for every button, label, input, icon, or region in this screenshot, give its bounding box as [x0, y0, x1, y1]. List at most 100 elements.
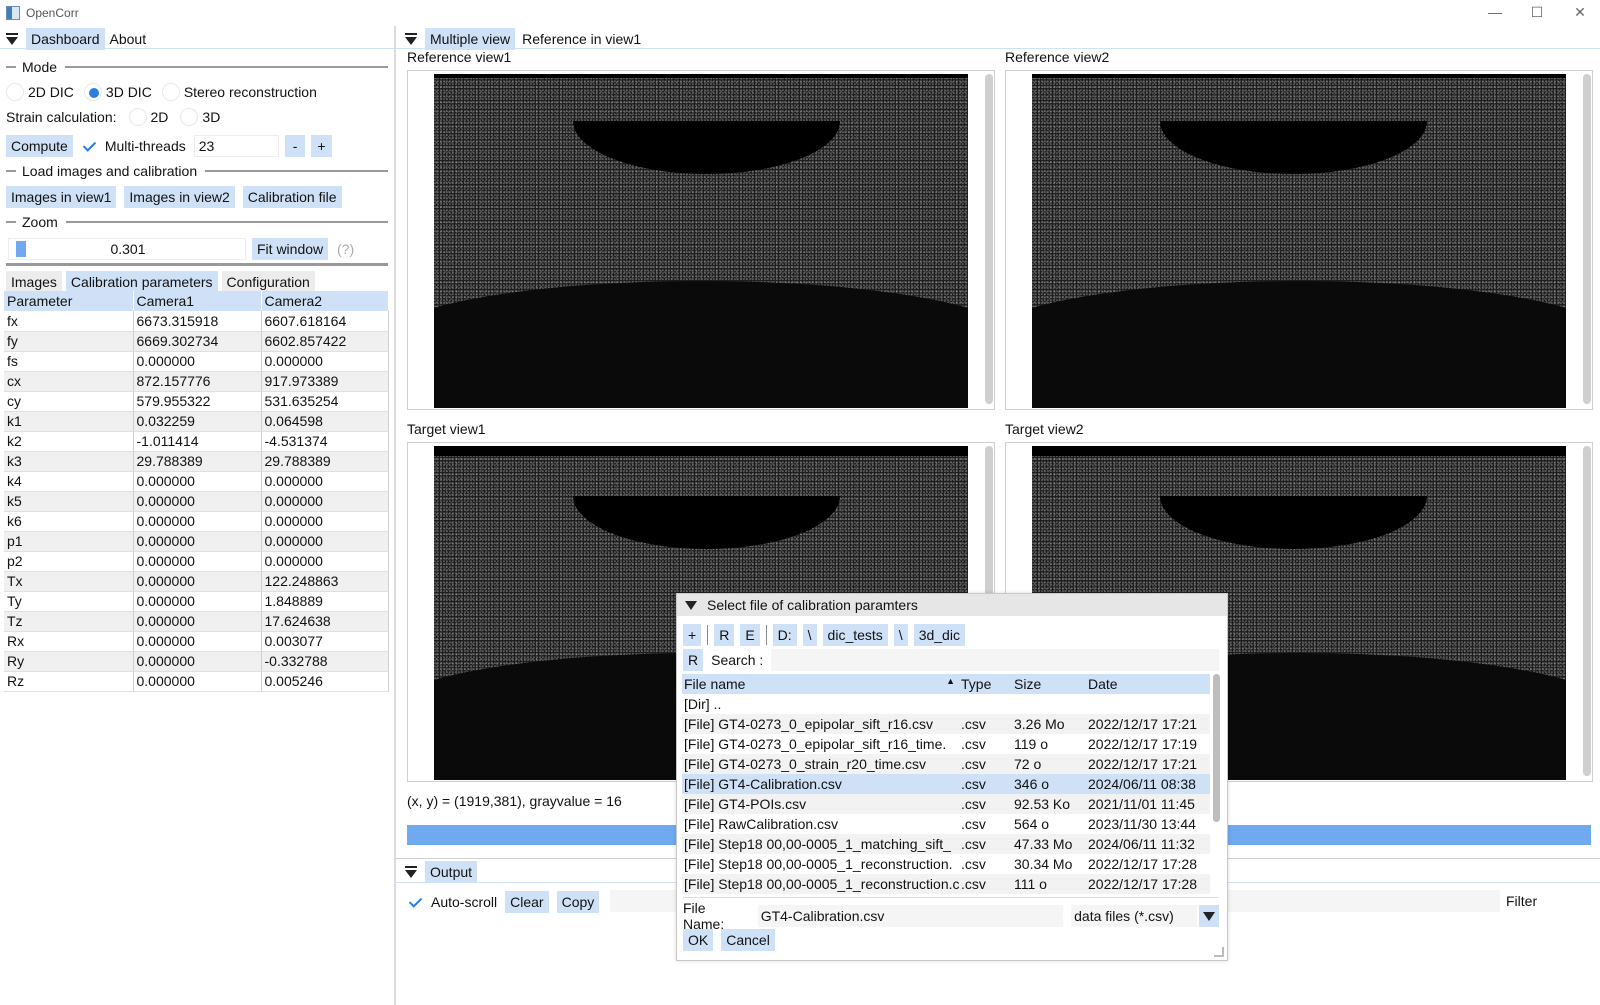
table-row[interactable]: Rx 0.000000 0.003077 — [4, 631, 389, 652]
camera2-cell[interactable]: 917.973389 — [261, 371, 389, 392]
calibration-file-button[interactable]: Calibration file — [242, 186, 342, 208]
radio-2d-dic[interactable] — [6, 83, 24, 101]
new-folder-button[interactable]: + — [683, 624, 702, 646]
subtab-calibration-parameters[interactable]: Calibration parameters — [65, 271, 218, 293]
camera1-cell[interactable]: 0.032259 — [133, 411, 262, 432]
file-list-item[interactable]: [File] Step18 00,00-0005_1_reconstructio… — [682, 874, 1210, 894]
chevron-down-icon[interactable] — [1199, 905, 1219, 927]
edit-path-button[interactable]: E — [740, 624, 760, 646]
zoom-slider[interactable]: 0.301 — [8, 238, 246, 260]
col-size[interactable]: Size — [1012, 674, 1086, 694]
minimize-icon[interactable]: — — [1485, 4, 1505, 20]
camera1-cell[interactable]: 0.000000 — [133, 531, 262, 552]
table-row[interactable]: Ty 0.000000 1.848889 — [4, 591, 389, 612]
tab-dashboard[interactable]: Dashboard — [26, 28, 105, 50]
param-name-cell[interactable]: k5 — [4, 491, 134, 512]
reference-view2[interactable] — [1005, 70, 1593, 410]
file-list-item[interactable]: [File] GT4-POIs.csv .csv 92.53 Ko 2021/11/0… — [682, 794, 1210, 814]
camera1-cell[interactable]: 0.000000 — [133, 471, 262, 492]
param-name-cell[interactable]: fs — [4, 351, 134, 372]
param-name-cell[interactable]: p1 — [4, 531, 134, 552]
file-list-scrollbar[interactable] — [1213, 674, 1220, 822]
path-dic-tests[interactable]: dic_tests — [822, 624, 888, 646]
camera2-cell[interactable]: 0.000000 — [261, 511, 389, 532]
col-camera2[interactable]: Camera2 — [261, 291, 389, 311]
param-name-cell[interactable]: k3 — [4, 451, 134, 472]
file-list-item[interactable]: [File] GT4-Calibration.csv .csv 346 o 2024/… — [682, 774, 1210, 794]
file-list-item[interactable]: [File] Step18 00,00-0005_1_reconstructio… — [682, 854, 1210, 874]
camera1-cell[interactable]: 0.000000 — [133, 631, 262, 652]
camera1-cell[interactable]: 29.788389 — [133, 451, 262, 472]
table-row[interactable]: fy 6669.302734 6602.857422 — [4, 331, 389, 352]
camera2-cell[interactable]: 0.000000 — [261, 551, 389, 572]
camera1-cell[interactable]: 0.000000 — [133, 491, 262, 512]
file-list-item[interactable]: [File] GT4-0273_0_epipolar_sift_r16_time… — [682, 734, 1210, 754]
camera2-cell[interactable]: 0.000000 — [261, 531, 389, 552]
table-row[interactable]: cx 872.157776 917.973389 — [4, 371, 389, 392]
table-row[interactable]: k1 0.032259 0.064598 — [4, 411, 389, 432]
table-row[interactable]: k6 0.000000 0.000000 — [4, 511, 389, 532]
subtab-images[interactable]: Images — [6, 271, 62, 293]
param-name-cell[interactable]: Rz — [4, 671, 134, 692]
camera1-cell[interactable]: 0.000000 — [133, 571, 262, 592]
close-icon[interactable]: ✕ — [1570, 4, 1590, 21]
param-name-cell[interactable]: k4 — [4, 471, 134, 492]
ok-button[interactable]: OK — [683, 929, 714, 951]
camera2-cell[interactable]: 0.000000 — [261, 351, 389, 372]
camera2-cell[interactable]: 6607.618164 — [261, 311, 389, 332]
resize-grip-icon[interactable] — [1214, 947, 1224, 957]
collapse-icon[interactable] — [405, 866, 417, 878]
camera2-cell[interactable]: 122.248863 — [261, 571, 389, 592]
camera2-cell[interactable]: 0.000000 — [261, 471, 389, 492]
camera2-cell[interactable]: 1.848889 — [261, 591, 389, 612]
param-name-cell[interactable]: Ty — [4, 591, 134, 612]
param-name-cell[interactable]: cy — [4, 391, 134, 412]
camera1-cell[interactable]: 0.000000 — [133, 351, 262, 372]
camera2-cell[interactable]: 29.788389 — [261, 451, 389, 472]
dialog-title-bar[interactable]: Select file of calibration paramters — [677, 594, 1227, 616]
table-row[interactable]: Tx 0.000000 122.248863 — [4, 571, 389, 592]
param-name-cell[interactable]: fx — [4, 311, 134, 332]
file-list-item[interactable]: [Dir] .. — [682, 694, 1210, 714]
collapse-icon[interactable] — [685, 600, 697, 610]
camera1-cell[interactable]: 0.000000 — [133, 611, 262, 632]
path-3d-dic[interactable]: 3d_dic — [913, 624, 965, 646]
tab-about[interactable]: About — [105, 28, 152, 50]
param-name-cell[interactable]: Rx — [4, 631, 134, 652]
copy-button[interactable]: Copy — [556, 891, 600, 913]
search-input[interactable] — [771, 649, 1219, 671]
table-row[interactable]: k3 29.788389 29.788389 — [4, 451, 389, 472]
fit-window-button[interactable]: Fit window — [252, 238, 329, 260]
collapse-icon[interactable] — [405, 33, 417, 45]
threads-decrement-button[interactable]: - — [284, 135, 306, 157]
images-view2-button[interactable]: Images in view2 — [124, 186, 235, 208]
camera2-cell[interactable]: -4.531374 — [261, 431, 389, 452]
scrollbar[interactable] — [1583, 446, 1591, 776]
file-list-item[interactable]: [File] GT4-0273_0_epipolar_sift_r16.csv.… — [682, 714, 1210, 734]
camera1-cell[interactable]: 0.000000 — [133, 671, 262, 692]
camera1-cell[interactable]: 872.157776 — [133, 371, 262, 392]
file-list-item[interactable]: [File] RawCalibration.csv .csv 564 o 2023/1… — [682, 814, 1210, 834]
camera2-cell[interactable]: 6602.857422 — [261, 331, 389, 352]
table-row[interactable]: p2 0.000000 0.000000 — [4, 551, 389, 572]
camera2-cell[interactable]: 0.005246 — [261, 671, 389, 692]
camera1-cell[interactable]: 0.000000 — [133, 551, 262, 572]
radio-3d-dic[interactable] — [83, 83, 102, 101]
camera2-cell[interactable]: -0.332788 — [261, 651, 389, 672]
param-name-cell[interactable]: Tx — [4, 571, 134, 592]
path-drive[interactable]: D: — [772, 624, 797, 646]
table-row[interactable]: cy 579.955322 531.635254 — [4, 391, 389, 412]
maximize-icon[interactable]: ☐ — [1527, 4, 1547, 21]
autoscroll-checkbox[interactable] — [407, 894, 423, 910]
table-row[interactable]: Tz 0.000000 17.624638 — [4, 611, 389, 632]
param-name-cell[interactable]: cx — [4, 371, 134, 392]
reference-view1[interactable] — [407, 70, 995, 410]
table-row[interactable]: fx 6673.315918 6607.618164 — [4, 311, 389, 332]
col-camera1[interactable]: Camera1 — [133, 291, 262, 311]
camera2-cell[interactable]: 531.635254 — [261, 391, 389, 412]
reset-path-button[interactable]: R — [714, 624, 735, 646]
tab-output[interactable]: Output — [425, 861, 478, 883]
camera1-cell[interactable]: 6673.315918 — [133, 311, 262, 332]
zoom-help-icon[interactable]: (?) — [337, 241, 354, 257]
table-row[interactable]: Ry 0.000000 -0.332788 — [4, 651, 389, 672]
